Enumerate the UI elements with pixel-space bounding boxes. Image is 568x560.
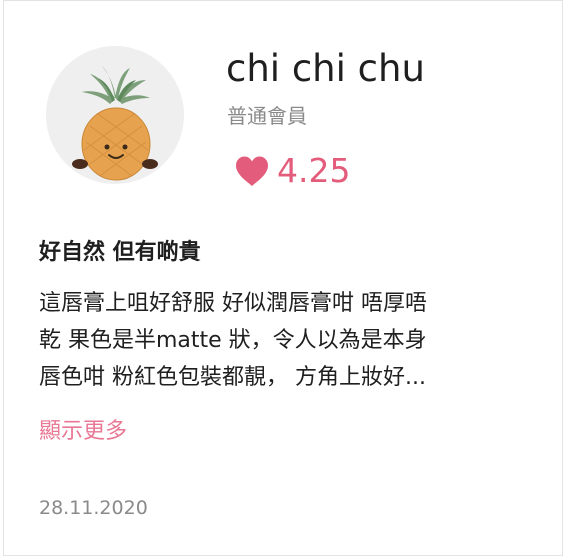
member-level: 普通會員: [227, 104, 307, 128]
review-text-line: 唇色咁 粉紅色包裝都靚， 方角上妝好...: [39, 365, 426, 390]
review-text-line: 乾 果色是半matte 狀，令人以為是本身: [39, 328, 427, 353]
show-more-link[interactable]: 顯示更多: [39, 415, 127, 449]
review-date: 28.11.2020: [39, 497, 148, 519]
pineapple-plush-icon: [46, 46, 184, 184]
user-rating: 4.25: [234, 149, 350, 193]
review-text-line: 這唇膏上咀好舒服 好似潤唇膏咁 唔厚唔: [39, 291, 427, 316]
avatar[interactable]: [46, 46, 184, 184]
review-card: chi chi chu 普通會員 4.25 好自然 但有啲貴 這唇膏上咀好舒服 …: [3, 0, 563, 556]
rating-value: 4.25: [277, 151, 351, 190]
review-title: 好自然 但有啲貴: [39, 240, 201, 265]
user-name[interactable]: chi chi chu: [226, 45, 425, 93]
heart-icon: [236, 156, 268, 186]
review-body: 這唇膏上咀好舒服 好似潤唇膏咁 唔厚唔 乾 果色是半matte 狀，令人以為是本…: [39, 285, 539, 396]
